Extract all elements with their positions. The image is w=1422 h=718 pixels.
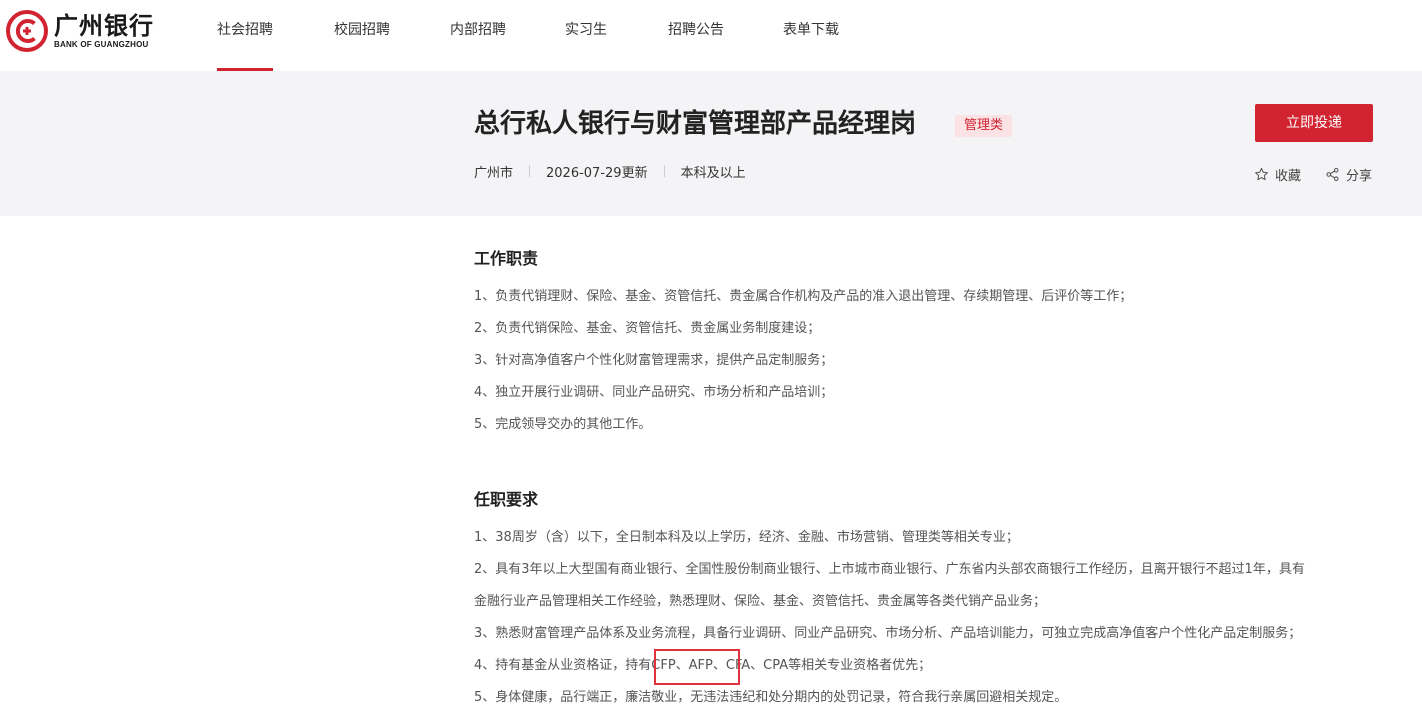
nav-tab-campus-recruitment[interactable]: 校园招聘 — [334, 0, 390, 71]
job-education: 本科及以上 — [680, 165, 746, 181]
duty-item: 3、针对高净值客户个性化财富管理需求，提供产品定制服务； — [474, 353, 834, 368]
requirement-item: 1、38周岁（含）以下，全日制本科及以上学历，经济、金融、市场营销、管理类等相关… — [474, 530, 1019, 545]
job-header: 总行私人银行与财富管理部产品经理岗 管理类 广州市 2026-07-29更新 本… — [0, 71, 1422, 216]
star-icon — [1255, 167, 1268, 180]
duty-item: 2、负责代销保险、基金、资管信托、贵金属业务制度建设； — [474, 321, 821, 336]
job-category-badge: 管理类 — [955, 115, 1013, 137]
meta-divider — [663, 165, 665, 177]
share-label: 分享 — [1346, 168, 1373, 184]
requirement-item-continued: 金融行业产品管理相关工作经验，熟悉理财、保险、基金、资管信托、贵金属等各类代销产… — [474, 594, 1047, 609]
nav-tab-form-download[interactable]: 表单下载 — [783, 0, 839, 71]
requirement-item: 3、熟悉财富管理产品体系及业务流程，具备行业调研、同业产品研究、市场分析、产品培… — [474, 626, 1302, 641]
requirement-item: 2、具有3年以上大型国有商业银行、全国性股份制商业银行、上市城市商业银行、广东省… — [474, 562, 1305, 577]
apply-now-button[interactable]: 立即投递 — [1255, 104, 1373, 142]
requirements-section-title: 任职要求 — [474, 490, 539, 509]
meta-divider — [529, 165, 531, 177]
nav-tab-internship[interactable]: 实习生 — [565, 0, 607, 71]
requirement-item: 4、持有基金从业资格证，持有CFP、AFP、CFA、CPA等相关专业资格者优先； — [474, 658, 932, 673]
bank-logo-icon — [6, 10, 48, 52]
nav-tab-social-recruitment[interactable]: 社会招聘 — [217, 0, 273, 71]
brand-name-en: BANK OF GUANGZHOU — [54, 39, 149, 49]
favorite-label: 收藏 — [1275, 168, 1302, 184]
nav-tab-announcements[interactable]: 招聘公告 — [668, 0, 724, 71]
top-navigation-bar: 广州银行 BANK OF GUANGZHOU 社会招聘 校园招聘 内部招聘 实习… — [0, 0, 1422, 71]
brand-logo[interactable]: 广州银行 BANK OF GUANGZHOU — [6, 10, 154, 52]
share-button[interactable]: 分享 — [1325, 164, 1372, 184]
job-updated-date: 2026-07-29更新 — [546, 165, 648, 181]
favorite-button[interactable]: 收藏 — [1254, 164, 1301, 184]
job-location: 广州市 — [474, 165, 514, 181]
job-meta: 广州市 2026-07-29更新 本科及以上 — [474, 161, 746, 181]
duty-item: 1、负责代销理财、保险、基金、资管信托、贵金属合作机构及产品的准入退出管理、存续… — [474, 289, 1133, 304]
duty-item: 5、完成领导交办的其他工作。 — [474, 417, 652, 432]
brand-text: 广州银行 BANK OF GUANGZHOU — [54, 13, 154, 50]
nav-tab-internal-recruitment[interactable]: 内部招聘 — [450, 0, 506, 71]
duties-section-title: 工作职责 — [474, 249, 539, 268]
share-icon — [1326, 167, 1339, 181]
requirement-item: 5、身体健康，品行端正，廉洁敬业，无违法违纪和处分期内的处罚记录，符合我行亲属回… — [474, 690, 1068, 705]
job-title: 总行私人银行与财富管理部产品经理岗 — [474, 109, 917, 139]
brand-name-cn: 广州银行 — [54, 11, 154, 40]
duty-item: 4、独立开展行业调研、同业产品研究、市场分析和产品培训； — [474, 385, 834, 400]
